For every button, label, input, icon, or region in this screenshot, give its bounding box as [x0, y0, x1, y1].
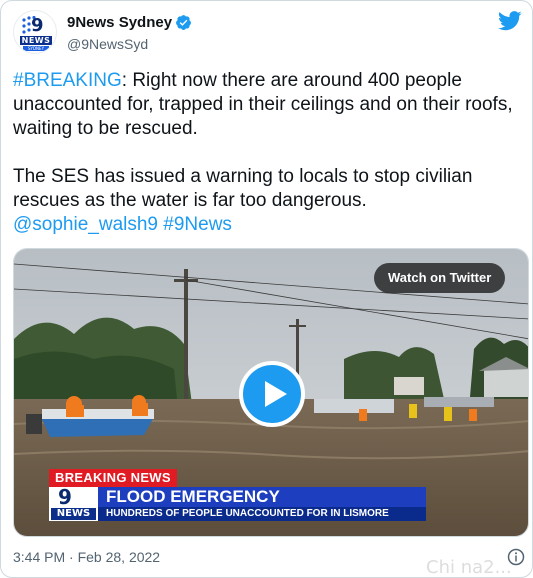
verified-badge-icon: [176, 15, 191, 30]
tweet-card[interactable]: 9 NEWS SYDNEY 9News Sydney @9NewsSyd #BR…: [0, 0, 533, 578]
play-icon: [265, 381, 287, 407]
tweet-header: 9 NEWS SYDNEY 9News Sydney @9NewsSyd: [13, 10, 522, 54]
hashtag-9news-link[interactable]: #9News: [163, 214, 232, 235]
tweet-timestamp[interactable]: 3:44 PM · Feb 28, 2022: [13, 549, 160, 565]
banner-logo-news: NEWS: [51, 508, 96, 520]
banner-9news-logo: 9 NEWS: [49, 487, 98, 521]
handle[interactable]: @9NewsSyd: [67, 36, 148, 52]
hashtag-breaking-link[interactable]: #BREAKING: [13, 70, 122, 91]
tweet-text: #BREAKING: Right now there are around 40…: [13, 69, 513, 237]
avatar-logo-sydney: SYDNEY: [23, 46, 49, 51]
tweet-paragraph-1: #BREAKING: Right now there are around 40…: [13, 69, 513, 141]
name-row: 9News Sydney: [67, 14, 192, 31]
tweet-tags-line: @sophie_walsh9 #9News: [13, 213, 513, 237]
banner-logo-nine: 9: [58, 485, 72, 509]
banner-subheadline: HUNDREDS OF PEOPLE UNACCOUNTED FOR IN LI…: [98, 507, 426, 521]
twitter-bird-icon[interactable]: [498, 10, 522, 32]
avatar-logo-nine: 9: [31, 15, 44, 36]
avatar-logo-news: NEWS: [20, 36, 52, 45]
display-name[interactable]: 9News Sydney: [67, 14, 172, 31]
site-watermark: Chi na2...: [426, 557, 512, 578]
video-player[interactable]: Watch on Twitter BREAKING NEWS 9 NEWS FL…: [13, 248, 529, 537]
mention-link[interactable]: @sophie_walsh9: [13, 214, 158, 235]
play-button[interactable]: [239, 361, 305, 427]
tweet-paragraph-2: The SES has issued a warning to locals t…: [13, 166, 473, 211]
banner-headline: FLOOD EMERGENCY: [98, 487, 426, 507]
avatar[interactable]: 9 NEWS SYDNEY: [13, 10, 57, 54]
watch-on-twitter-button[interactable]: Watch on Twitter: [374, 263, 506, 293]
